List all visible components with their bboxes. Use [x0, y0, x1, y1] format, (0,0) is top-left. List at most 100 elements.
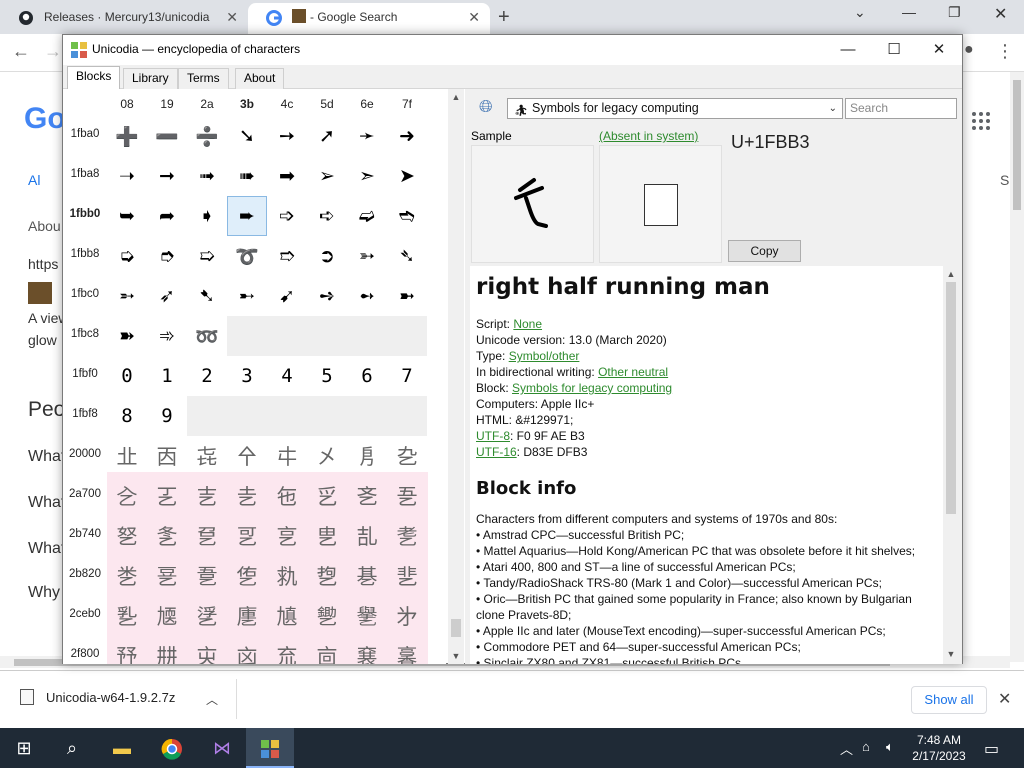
character-cell[interactable]: 㐙: [147, 556, 187, 596]
character-cell[interactable]: ➚: [307, 116, 347, 156]
character-cell[interactable]: 9: [147, 396, 187, 436]
character-cell[interactable]: 㐏: [387, 476, 427, 516]
character-cell[interactable]: ➷: [187, 276, 227, 316]
absent-in-system-link[interactable]: (Absent in system): [599, 129, 698, 143]
character-cell[interactable]: 㐗: [387, 516, 427, 556]
character-cell[interactable]: ➥: [107, 196, 147, 236]
character-cell[interactable]: 㐟: [387, 556, 427, 596]
all-tab-fragment[interactable]: Al: [28, 172, 40, 188]
browser-vertical-scrollbar[interactable]: [1010, 72, 1024, 662]
character-cell[interactable]: ➘: [227, 116, 267, 156]
character-cell[interactable]: ➜: [387, 116, 427, 156]
property-link[interactable]: Symbol/other: [509, 349, 580, 363]
character-cell[interactable]: ➹: [267, 276, 307, 316]
character-cell[interactable]: 㐡: [147, 596, 187, 636]
character-cell[interactable]: 㐀: [107, 436, 147, 476]
tab-blocks[interactable]: Blocks: [67, 66, 121, 90]
character-cell[interactable]: 㐂: [187, 436, 227, 476]
chevron-up-icon[interactable]: ︿: [206, 691, 218, 708]
character-cell[interactable]: 6: [347, 356, 387, 396]
character-cell[interactable]: ➲: [307, 236, 347, 276]
character-cell[interactable]: 㐭: [307, 636, 347, 664]
character-cell[interactable]: 㐖: [347, 516, 387, 556]
info-scrollbar[interactable]: ▲ ▼: [943, 266, 959, 662]
system-clock[interactable]: 7:48 AM 2/17/2023: [904, 732, 974, 764]
character-cell[interactable]: 8: [107, 396, 147, 436]
menu-icon[interactable]: ⋮: [996, 41, 1014, 62]
restore-icon[interactable]: ❐: [948, 4, 961, 21]
character-cell[interactable]: ➨: [227, 196, 267, 236]
property-link[interactable]: Other neutral: [598, 365, 668, 379]
character-cell[interactable]: 㐞: [347, 556, 387, 596]
browser-tab-releases[interactable]: Releases · Mercury13/unicodia ✕: [0, 3, 248, 34]
character-cell[interactable]: 㐕: [307, 516, 347, 556]
scroll-up-icon[interactable]: ▲: [943, 266, 959, 282]
character-cell[interactable]: ➶: [147, 276, 187, 316]
character-cell[interactable]: 㐜: [267, 556, 307, 596]
character-cell[interactable]: ➙: [267, 116, 307, 156]
character-cell[interactable]: 㐚: [187, 556, 227, 596]
character-cell[interactable]: ➞: [147, 156, 187, 196]
file-explorer-icon[interactable]: ▬: [98, 728, 146, 768]
close-icon[interactable]: ✕: [994, 4, 1007, 24]
character-cell[interactable]: 㐧: [387, 596, 427, 636]
character-cell[interactable]: ➕: [107, 116, 147, 156]
question-fragment[interactable]: What: [28, 448, 65, 466]
forward-arrow-icon[interactable]: →: [44, 41, 62, 62]
character-cell[interactable]: 㐌: [267, 476, 307, 516]
character-cell[interactable]: 㐃: [227, 436, 267, 476]
character-cell[interactable]: ➖: [147, 116, 187, 156]
back-arrow-icon[interactable]: ←: [12, 41, 30, 62]
maximize-button[interactable]: ☐: [871, 35, 917, 65]
character-cell[interactable]: ➽: [107, 316, 147, 356]
copy-button[interactable]: Copy: [728, 240, 801, 262]
character-cell[interactable]: 㐬: [267, 636, 307, 664]
url-fragment[interactable]: https: [28, 256, 58, 272]
network-icon[interactable]: ⌂: [862, 739, 870, 754]
character-cell[interactable]: 㐒: [187, 516, 227, 556]
question-fragment[interactable]: What: [28, 540, 65, 558]
character-cell[interactable]: ➫: [347, 196, 387, 236]
property-link[interactable]: UTF-16: [476, 445, 517, 459]
character-cell[interactable]: ➡: [267, 156, 307, 196]
character-cell[interactable]: ➼: [387, 276, 427, 316]
close-tab-icon[interactable]: ✕: [226, 3, 238, 32]
character-cell[interactable]: 㐪: [187, 636, 227, 664]
question-fragment[interactable]: What: [28, 494, 65, 512]
globe-icon[interactable]: 🌐︎: [479, 97, 501, 119]
block-dropdown[interactable]: ⛹︎ Symbols for legacy computing ⌄: [507, 98, 843, 119]
character-cell[interactable]: 㐆: [347, 436, 387, 476]
character-cell[interactable]: ➰: [227, 236, 267, 276]
character-cell[interactable]: 㐫: [227, 636, 267, 664]
character-cell[interactable]: ➮: [147, 236, 187, 276]
character-cell[interactable]: 㐉: [147, 476, 187, 516]
character-cell[interactable]: ➛: [347, 116, 387, 156]
character-cell[interactable]: ➝: [107, 156, 147, 196]
character-cell[interactable]: ➢: [307, 156, 347, 196]
minimize-icon[interactable]: —: [902, 4, 916, 20]
character-cell[interactable]: 㐠: [107, 596, 147, 636]
close-tab-icon[interactable]: ✕: [468, 3, 480, 32]
character-cell[interactable]: 㐥: [307, 596, 347, 636]
character-cell[interactable]: ➪: [307, 196, 347, 236]
character-cell[interactable]: 㐄: [267, 436, 307, 476]
character-cell[interactable]: 㐋: [227, 476, 267, 516]
character-cell[interactable]: 㐓: [227, 516, 267, 556]
character-cell[interactable]: 㐁: [147, 436, 187, 476]
close-button[interactable]: ✕: [916, 35, 962, 65]
character-cell[interactable]: 㐔: [267, 516, 307, 556]
unicodia-taskbar-icon[interactable]: [246, 728, 294, 768]
character-cell[interactable]: 5: [307, 356, 347, 396]
character-cell[interactable]: ➯: [187, 236, 227, 276]
tab-about[interactable]: About: [235, 68, 285, 89]
new-tab-icon[interactable]: +: [498, 3, 510, 31]
scroll-up-icon[interactable]: ▲: [448, 89, 464, 105]
character-cell[interactable]: 2: [187, 356, 227, 396]
character-cell[interactable]: 㐝: [307, 556, 347, 596]
character-cell[interactable]: 㐯: [387, 636, 427, 664]
character-cell[interactable]: ➩: [267, 196, 307, 236]
close-icon[interactable]: ✕: [998, 689, 1011, 709]
character-cell[interactable]: 㐘: [107, 556, 147, 596]
chevron-down-icon[interactable]: ⌄: [854, 4, 866, 21]
character-cell[interactable]: ➱: [267, 236, 307, 276]
